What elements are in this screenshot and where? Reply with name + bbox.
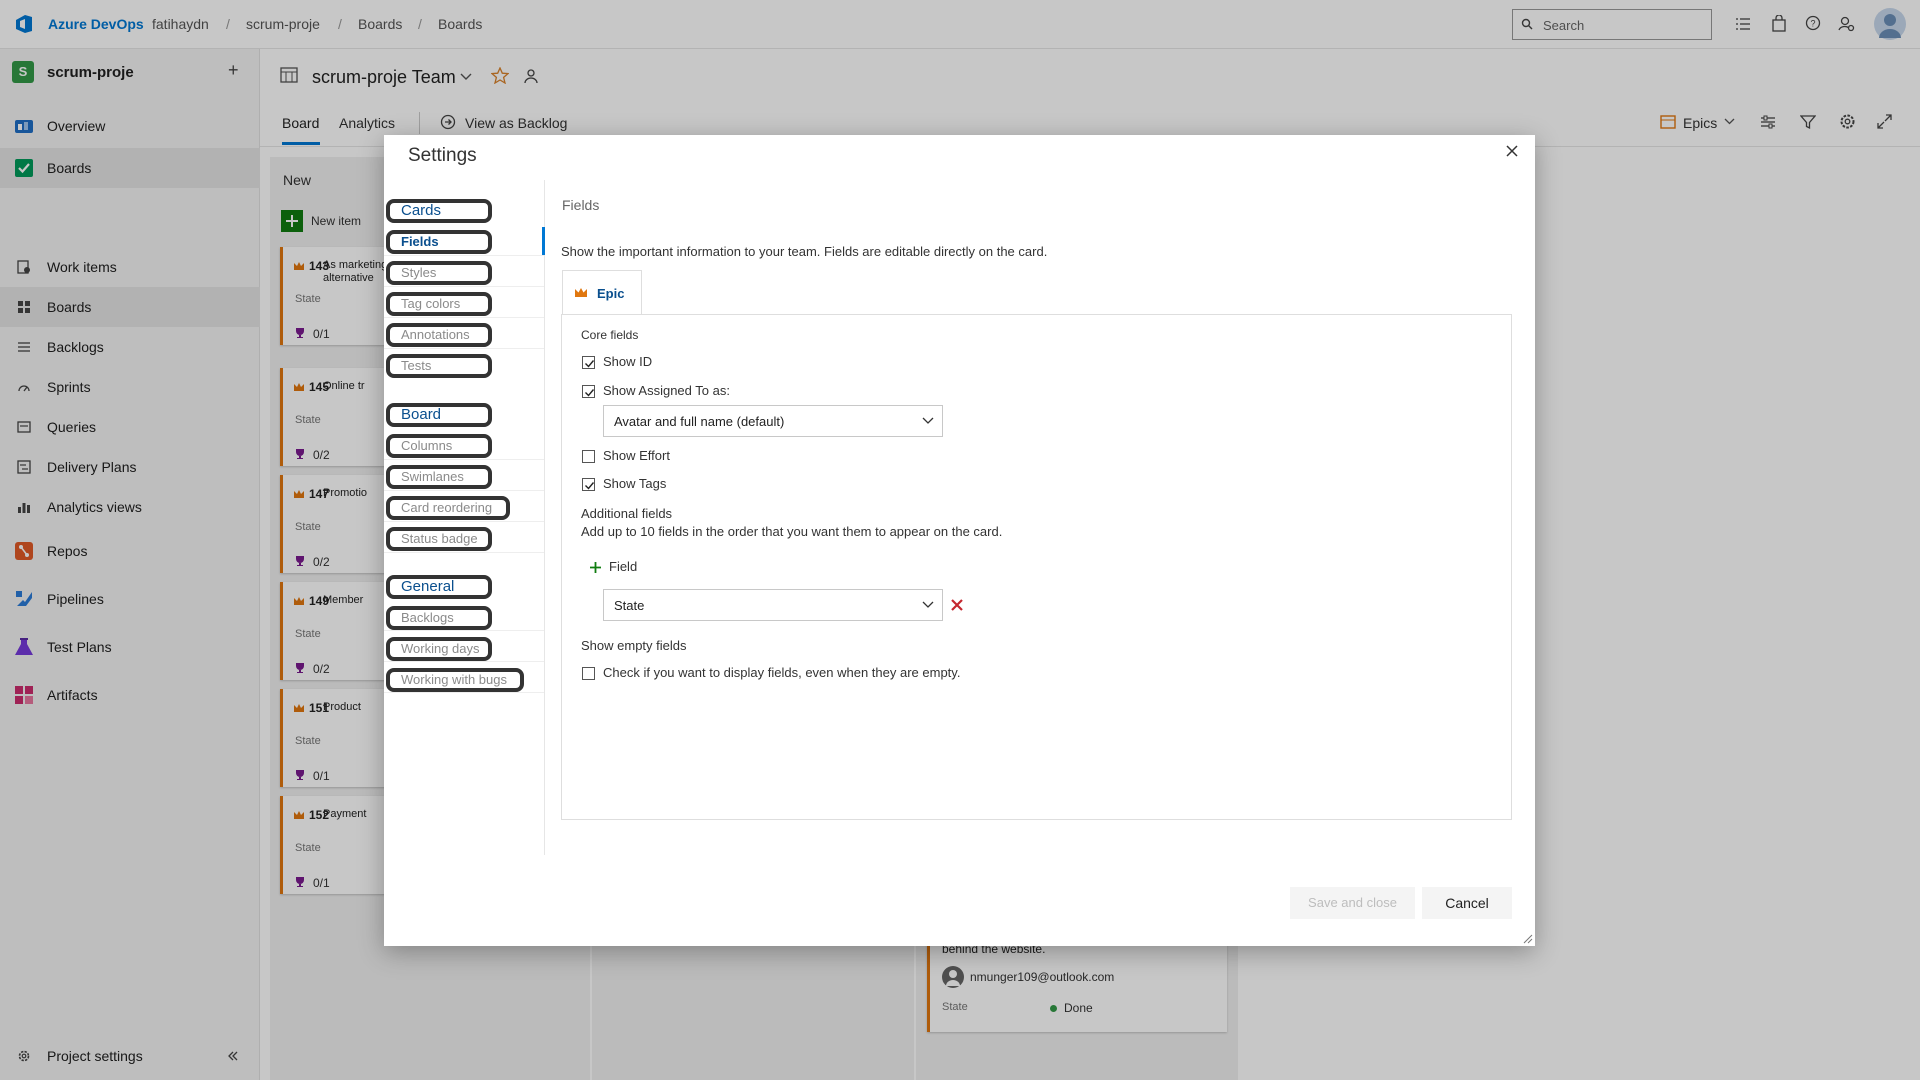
additional-fields-label: Additional fields <box>581 506 673 521</box>
settings-nav-tests[interactable]: Tests <box>386 354 492 378</box>
settings-nav-general[interactable]: General <box>386 575 492 599</box>
settings-nav-working-days[interactable]: Working days <box>386 637 492 661</box>
select-value: State <box>614 598 645 613</box>
core-fields-label: Core fields <box>581 328 639 342</box>
show-id-checkbox[interactable] <box>582 356 595 369</box>
settings-nav-backlogs[interactable]: Backlogs <box>386 606 492 630</box>
settings-nav-annotations[interactable]: Annotations <box>386 323 492 347</box>
nav-selection-indicator <box>542 227 545 255</box>
show-assigned-label: Show Assigned To as: <box>603 383 730 398</box>
remove-field-icon[interactable] <box>950 598 964 612</box>
fields-description: Show the important information to your t… <box>561 244 1048 259</box>
show-tags-label: Show Tags <box>603 476 667 491</box>
settings-nav-swimlanes[interactable]: Swimlanes <box>386 465 492 489</box>
cancel-button[interactable]: Cancel <box>1422 887 1512 919</box>
settings-dialog: Settings Fields Show the important infor… <box>384 135 1535 946</box>
show-empty-fields-description: Check if you want to display fields, eve… <box>603 665 961 680</box>
additional-field-select[interactable]: State <box>603 589 943 621</box>
show-assigned-checkbox[interactable] <box>582 385 595 398</box>
additional-fields-description: Add up to 10 fields in the order that yo… <box>581 524 1003 539</box>
add-field-label: Field <box>609 559 638 574</box>
settings-nav-status-badge[interactable]: Status badge <box>386 527 492 551</box>
show-id-label: Show ID <box>603 354 653 369</box>
tab-label: Epic <box>597 286 625 301</box>
settings-nav-card-reordering[interactable]: Card reordering <box>386 496 510 520</box>
assigned-display-select[interactable]: Avatar and full name (default) <box>603 405 943 437</box>
plus-icon <box>589 561 602 574</box>
show-empty-fields-label: Show empty fields <box>581 638 687 653</box>
nav-divider <box>544 180 545 855</box>
add-field-button[interactable]: Field <box>589 558 669 578</box>
settings-nav-working-with-bugs[interactable]: Working with bugs <box>386 668 524 692</box>
chevron-down-icon <box>922 601 934 608</box>
tab-epic[interactable]: Epic <box>562 270 642 315</box>
show-empty-fields-checkbox[interactable] <box>582 667 595 680</box>
resize-grip-icon[interactable] <box>1523 934 1533 944</box>
select-value: Avatar and full name (default) <box>614 414 785 429</box>
show-effort-label: Show Effort <box>603 448 670 463</box>
crown-icon <box>574 287 588 298</box>
close-icon[interactable] <box>1505 144 1519 158</box>
settings-nav-styles[interactable]: Styles <box>386 261 492 285</box>
settings-nav-fields[interactable]: Fields <box>386 230 492 254</box>
settings-nav-cards[interactable]: Cards <box>386 199 492 223</box>
save-and-close-button[interactable]: Save and close <box>1290 887 1415 919</box>
section-title: Fields <box>562 197 600 213</box>
chevron-down-icon <box>922 417 934 424</box>
settings-nav-columns[interactable]: Columns <box>386 434 492 458</box>
show-effort-checkbox[interactable] <box>582 450 595 463</box>
settings-nav-board[interactable]: Board <box>386 403 492 427</box>
settings-nav-tag-colors[interactable]: Tag colors <box>386 292 492 316</box>
dialog-title: Settings <box>408 145 477 166</box>
show-tags-checkbox[interactable] <box>582 478 595 491</box>
